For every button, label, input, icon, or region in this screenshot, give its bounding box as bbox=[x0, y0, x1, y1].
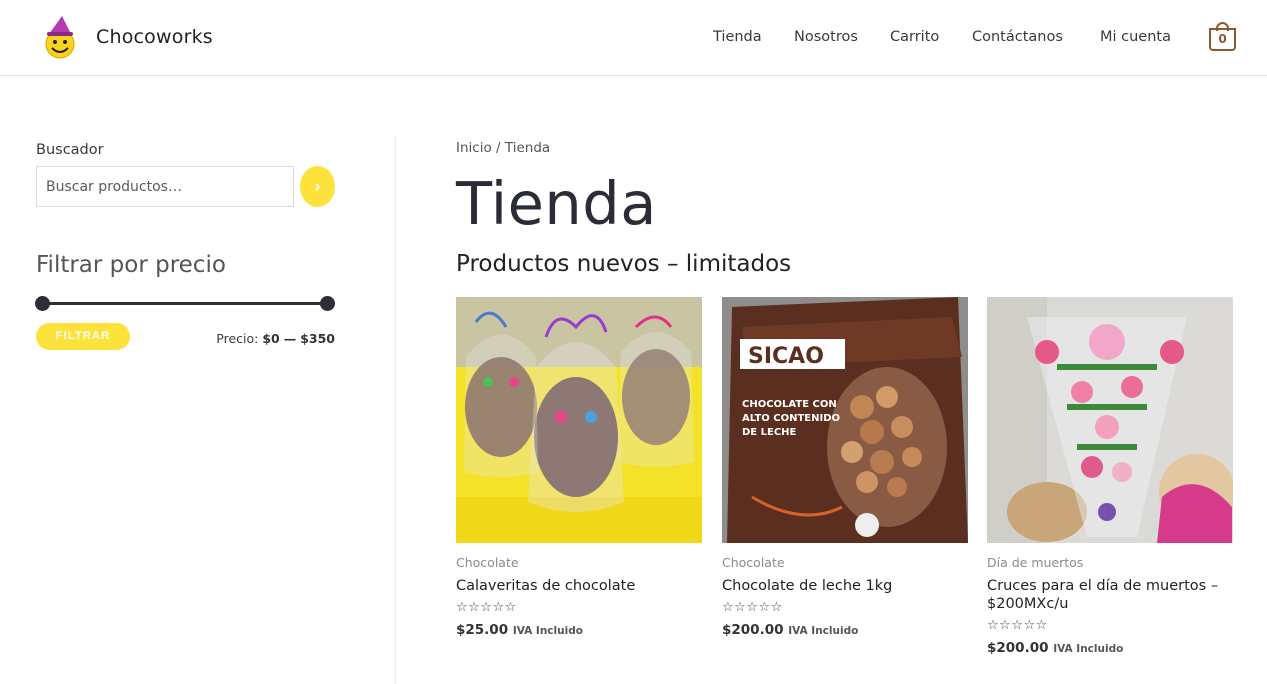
search-button[interactable]: › bbox=[300, 166, 335, 207]
product-image[interactable] bbox=[987, 297, 1235, 543]
nav-mi-cuenta[interactable]: Mi cuenta bbox=[1100, 29, 1171, 45]
price-min: $0 bbox=[262, 331, 280, 346]
cart-button[interactable]: 0 bbox=[1209, 22, 1236, 51]
product-card: Chocolate Calaveritas de chocolate ☆☆☆☆☆… bbox=[456, 297, 702, 638]
svg-text:SICAO: SICAO bbox=[748, 344, 824, 369]
product-image[interactable] bbox=[456, 297, 702, 543]
price-slider-track[interactable] bbox=[42, 302, 327, 305]
product-category[interactable]: Día de muertos bbox=[987, 555, 1083, 570]
nav-contactanos[interactable]: Contáctanos bbox=[972, 29, 1063, 45]
product-price: $200.00 IVA Incluido bbox=[722, 622, 858, 638]
site-title[interactable]: Chocoworks bbox=[96, 26, 213, 48]
svg-text:CHOCOLATE CON: CHOCOLATE CON bbox=[742, 399, 837, 410]
product-price: $25.00 IVA Incluido bbox=[456, 622, 583, 638]
site-header: Chocoworks Tienda Nosotros Carrito Contá… bbox=[0, 0, 1267, 76]
tax-note: IVA Incluido bbox=[788, 625, 859, 637]
star-rating: ☆☆☆☆☆ bbox=[722, 600, 783, 615]
price-amount: $200.00 bbox=[987, 640, 1049, 656]
svg-text:DE LECHE: DE LECHE bbox=[742, 427, 797, 438]
cart-count: 0 bbox=[1209, 28, 1236, 51]
search-label: Buscador bbox=[36, 142, 104, 158]
product-category[interactable]: Chocolate bbox=[722, 555, 785, 570]
breadcrumb-current: Tienda bbox=[504, 140, 551, 156]
page-title: Tienda bbox=[456, 169, 657, 238]
price-amount: $25.00 bbox=[456, 622, 509, 638]
search-input[interactable] bbox=[36, 166, 294, 207]
product-card: SICAO CHOCOLATE CON ALTO CONTENIDO DE LE… bbox=[722, 297, 968, 638]
nav-nosotros[interactable]: Nosotros bbox=[794, 29, 858, 45]
product-title[interactable]: Chocolate de leche 1kg bbox=[722, 577, 968, 595]
breadcrumb-separator: / bbox=[496, 140, 501, 156]
product-price: $200.00 IVA Incluido bbox=[987, 640, 1123, 656]
svg-text:ALTO CONTENIDO: ALTO CONTENIDO bbox=[742, 413, 840, 424]
section-title: Productos nuevos – limitados bbox=[456, 251, 792, 277]
product-title[interactable]: Calaveritas de chocolate bbox=[456, 577, 702, 595]
breadcrumb: Inicio / Tienda bbox=[456, 140, 550, 156]
price-separator: — bbox=[283, 331, 297, 346]
star-rating: ☆☆☆☆☆ bbox=[456, 600, 517, 615]
nav-carrito[interactable]: Carrito bbox=[890, 29, 939, 45]
product-card: Día de muertos Cruces para el día de mue… bbox=[987, 297, 1235, 656]
breadcrumb-home[interactable]: Inicio bbox=[456, 140, 492, 156]
star-rating: ☆☆☆☆☆ bbox=[987, 618, 1048, 633]
filter-button[interactable]: FILTRAR bbox=[36, 323, 130, 350]
site-logo[interactable] bbox=[40, 14, 80, 60]
price-max: $350 bbox=[300, 331, 335, 346]
tax-note: IVA Incluido bbox=[1053, 643, 1124, 655]
price-range: Precio: $0 — $350 bbox=[200, 331, 335, 346]
filter-title: Filtrar por precio bbox=[36, 252, 226, 278]
price-slider-max-handle[interactable] bbox=[320, 296, 335, 311]
product-image[interactable]: SICAO CHOCOLATE CON ALTO CONTENIDO DE LE… bbox=[722, 297, 968, 543]
product-category[interactable]: Chocolate bbox=[456, 555, 519, 570]
tax-note: IVA Incluido bbox=[512, 625, 583, 637]
product-title[interactable]: Cruces para el día de muertos – $200MXc/… bbox=[987, 577, 1233, 613]
price-label: Precio: bbox=[216, 331, 259, 346]
price-amount: $200.00 bbox=[722, 622, 784, 638]
nav-tienda[interactable]: Tienda bbox=[713, 29, 762, 45]
price-slider-min-handle[interactable] bbox=[35, 296, 50, 311]
sidebar-divider bbox=[395, 136, 396, 684]
chevron-right-icon: › bbox=[314, 178, 321, 195]
